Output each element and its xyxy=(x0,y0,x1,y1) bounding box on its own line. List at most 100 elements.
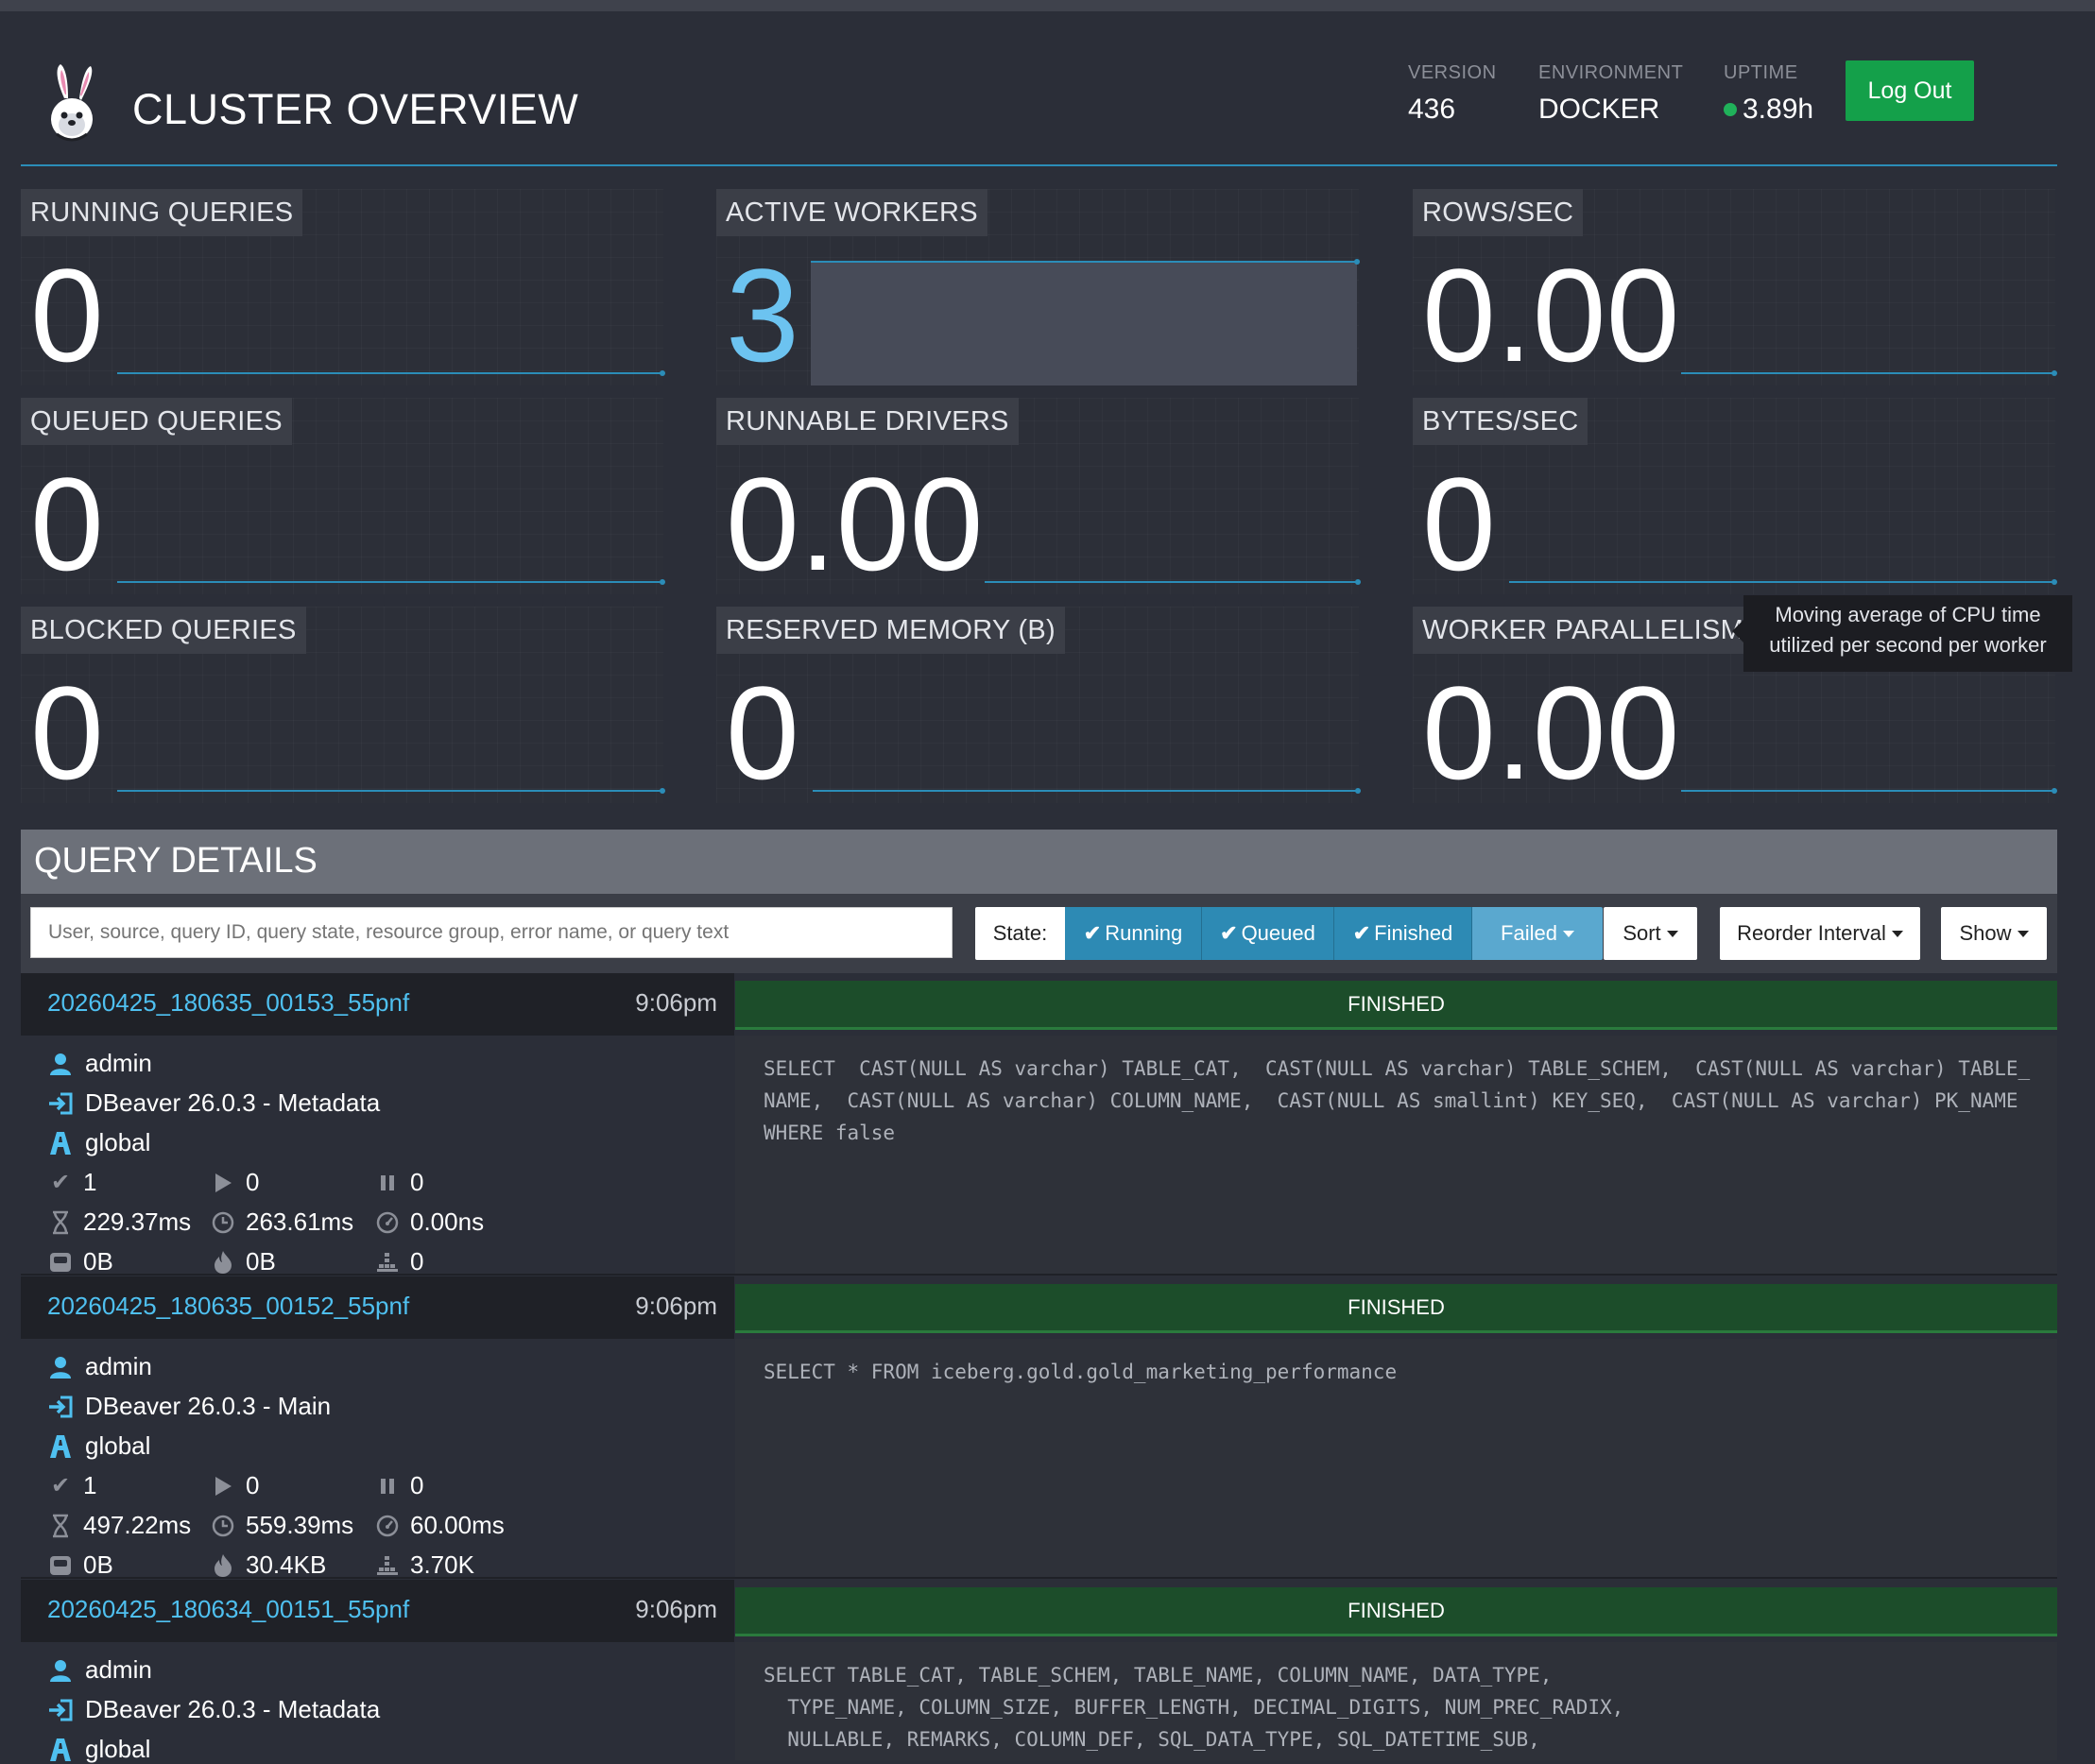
source-value: DBeaver 26.0.3 - Metadata xyxy=(85,1695,381,1723)
show-dropdown[interactable]: Show xyxy=(1941,907,2047,960)
login-icon xyxy=(47,1697,74,1723)
query-id-link[interactable]: 20260425_180634_00151_55pnf xyxy=(47,1595,409,1624)
query-resource-group: global xyxy=(47,1735,150,1764)
filter-label: Failed xyxy=(1501,921,1557,945)
peak-memory: 0B xyxy=(210,1247,276,1276)
tile-label: ROWS/SEC xyxy=(1413,189,1584,236)
source-value: DBeaver 26.0.3 - Main xyxy=(85,1392,332,1420)
tile-queued-queries: QUEUED QUERIES 0 xyxy=(21,398,665,598)
tile-label: ACTIVE WORKERS xyxy=(716,189,987,236)
query-id-link[interactable]: 20260425_180635_00153_55pnf xyxy=(47,988,409,1018)
hdd-icon xyxy=(47,1249,74,1276)
tile-label: WORKER PARALLELISM xyxy=(1413,607,1754,654)
input-rows: 0 xyxy=(374,1247,423,1276)
query-source: DBeaver 26.0.3 - Metadata xyxy=(47,1088,380,1118)
tile-value: 0 xyxy=(726,659,799,807)
logout-button[interactable]: Log Out xyxy=(1846,60,1974,121)
filter-label: Queued xyxy=(1241,921,1315,945)
user-icon xyxy=(47,1051,74,1077)
tile-value: 0 xyxy=(1422,450,1496,598)
tile-bytes-sec: BYTES/SEC 0 xyxy=(1413,398,2057,598)
check-icon: ✔ xyxy=(50,1473,71,1499)
query-id-link[interactable]: 20260425_180635_00152_55pnf xyxy=(47,1292,409,1321)
stat-value: 1 xyxy=(83,1168,97,1196)
filter-label: Running xyxy=(1105,921,1183,945)
running-splits: 0 xyxy=(210,1168,259,1197)
query-time: 9:06pm xyxy=(635,988,717,1017)
sparkline xyxy=(1681,788,2057,794)
resource-group-value: global xyxy=(85,1735,151,1763)
filter-failed-dropdown[interactable]: Failed xyxy=(1472,907,1603,960)
queued-splits: 0 xyxy=(374,1168,423,1197)
worker-parallelism-tooltip: Moving average of CPU time utilized per … xyxy=(1732,595,2072,672)
completed-splits: ✔ 1 xyxy=(47,1471,97,1500)
stat-value: 0 xyxy=(246,1471,260,1499)
query-state-bar: FINISHED xyxy=(735,981,2057,1030)
query-item: 20260425_180634_00151_55pnf 9:06pm FINIS… xyxy=(21,1580,2057,1763)
page-title: CLUSTER OVERVIEW xyxy=(132,85,579,133)
reorder-label: Reorder Interval xyxy=(1737,921,1886,945)
query-details-title: QUERY DETAILS xyxy=(34,841,318,881)
tile-value: 0 xyxy=(30,450,104,598)
version-label: VERSION xyxy=(1408,62,1497,83)
fire-icon xyxy=(210,1552,236,1579)
uptime-row: 3.89h xyxy=(1724,94,1813,126)
tile-value: 0 xyxy=(30,241,104,389)
caret-down-icon xyxy=(1891,930,1903,937)
clock-icon xyxy=(210,1513,236,1539)
uptime-value: 3.89h xyxy=(1743,94,1814,125)
bunny-logo-icon xyxy=(51,64,93,142)
query-user: admin xyxy=(47,1655,152,1685)
sparkline xyxy=(1509,579,2057,585)
tile-label: QUEUED QUERIES xyxy=(21,398,292,445)
stat-value: 30.4KB xyxy=(246,1550,327,1579)
stat-value: 229.37ms xyxy=(83,1207,192,1236)
query-sql: SELECT CAST(NULL AS varchar) TABLE_CAT, … xyxy=(764,1057,2031,1144)
login-icon xyxy=(47,1090,74,1117)
query-resource-group: global xyxy=(47,1128,150,1157)
tile-blocked-queries: BLOCKED QUERIES 0 xyxy=(21,607,665,803)
stat-value: 0 xyxy=(410,1471,424,1499)
show-label: Show xyxy=(1959,921,2012,945)
stat-value: 0 xyxy=(410,1247,424,1276)
filter-running-button[interactable]: ✔ Running xyxy=(1065,907,1202,960)
cpu-time: 60.00ms xyxy=(374,1511,505,1540)
caret-down-icon xyxy=(2017,930,2029,937)
check-icon: ✔ xyxy=(1352,921,1371,945)
top-strip xyxy=(0,0,2095,11)
hdd-icon xyxy=(47,1552,74,1579)
state-label: State: xyxy=(975,907,1065,960)
hourglass-icon xyxy=(47,1209,74,1236)
query-user: admin xyxy=(47,1352,152,1381)
filter-label: Finished xyxy=(1374,921,1453,945)
tile-value: 3 xyxy=(726,241,799,389)
pause-icon xyxy=(374,1170,401,1196)
clock-icon xyxy=(210,1209,236,1236)
query-source: DBeaver 26.0.3 - Metadata xyxy=(47,1695,380,1724)
filter-bar: State: ✔Running ✔Queued ✔Finished Failed… xyxy=(21,894,2057,973)
filter-finished-button[interactable]: ✔ Finished xyxy=(1334,907,1472,960)
road-icon xyxy=(47,1130,74,1156)
sparkline xyxy=(117,579,665,585)
filter-queued-button[interactable]: ✔ Queued xyxy=(1202,907,1334,960)
reorder-interval-dropdown[interactable]: Reorder Interval xyxy=(1720,907,1920,960)
query-user: admin xyxy=(47,1049,152,1078)
query-id-bar: 20260425_180635_00153_55pnf 9:06pm xyxy=(21,973,734,1036)
stat-value: 0.00ns xyxy=(410,1207,485,1236)
hourglass-icon xyxy=(47,1513,74,1539)
environment-label: ENVIRONMENT xyxy=(1538,62,1684,83)
query-search-input[interactable] xyxy=(30,907,953,958)
query-item: 20260425_180635_00153_55pnf 9:06pm FINIS… xyxy=(21,973,2057,1276)
tile-active-workers: ACTIVE WORKERS 3 xyxy=(716,189,1360,389)
query-details-header: QUERY DETAILS xyxy=(21,830,2057,894)
query-time: 9:06pm xyxy=(635,1595,717,1623)
sort-dropdown[interactable]: Sort xyxy=(1604,907,1697,960)
dashboard-icon xyxy=(374,1209,401,1236)
completed-splits: ✔ 1 xyxy=(47,1168,97,1197)
tile-reserved-memory: RESERVED MEMORY (B) 0 xyxy=(716,607,1361,807)
input-rows: 3.70K xyxy=(374,1550,474,1580)
tile-value: 0.00 xyxy=(726,450,984,598)
stat-value: 559.39ms xyxy=(246,1511,354,1539)
divider xyxy=(21,1577,2057,1579)
pause-icon xyxy=(374,1473,401,1499)
